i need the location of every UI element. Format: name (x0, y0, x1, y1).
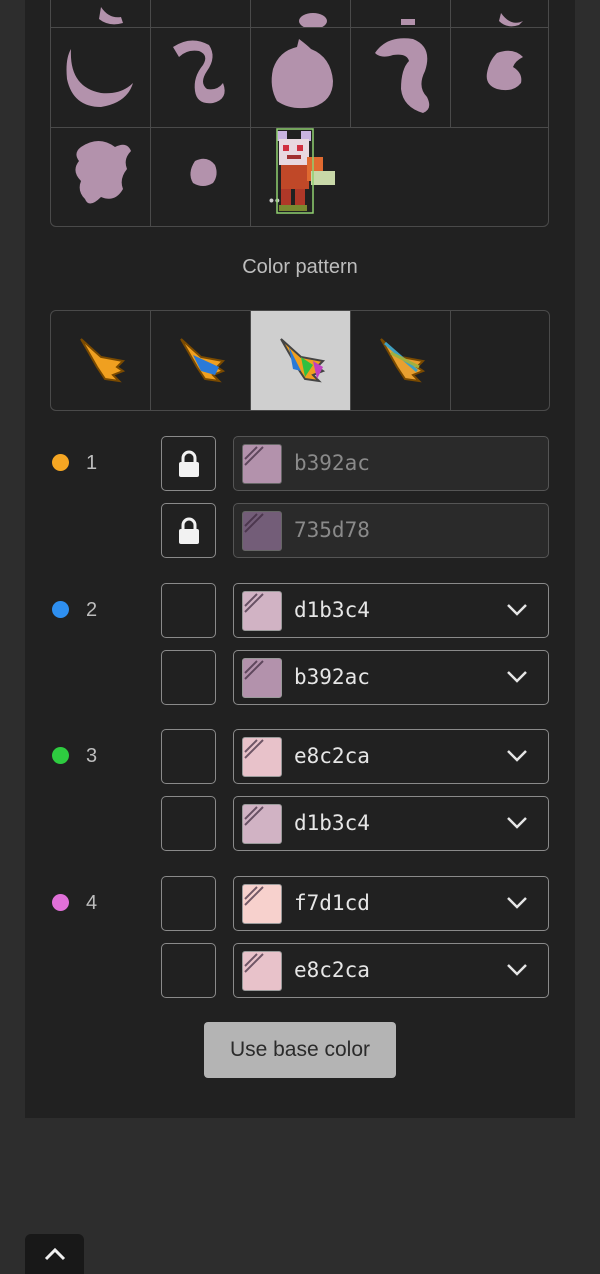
sprite-option[interactable] (51, 127, 151, 227)
sprite-option[interactable] (51, 0, 151, 27)
scroll-to-top-button[interactable] (25, 1234, 84, 1274)
color-select[interactable]: f7d1cd (233, 876, 549, 931)
color-select[interactable]: d1b3c4 (233, 796, 549, 851)
pattern-option-4[interactable] (351, 311, 451, 410)
pattern-option-5[interactable] (451, 311, 549, 410)
character-preview (251, 127, 351, 227)
lock-toggle[interactable] (161, 436, 216, 491)
sprite-grid: ••• (50, 0, 549, 227)
color-swatch (242, 511, 282, 551)
color-swatch (242, 591, 282, 631)
pattern-option-3[interactable] (251, 311, 351, 410)
group-number: 2 (86, 599, 98, 621)
color-pattern-title: Color pattern (242, 256, 358, 278)
color-swatch (242, 804, 282, 844)
lock-toggle[interactable] (161, 583, 216, 638)
color-hex-value: d1b3c4 (294, 598, 370, 622)
group-color-dot (52, 894, 69, 911)
lock-toggle[interactable] (161, 876, 216, 931)
sprite-option[interactable] (451, 0, 551, 27)
chevron-down-icon (506, 603, 528, 622)
pattern-option-2[interactable] (151, 311, 251, 410)
sprite-option[interactable] (451, 27, 551, 127)
group-color-dot (52, 601, 69, 618)
sprite-option[interactable] (251, 27, 351, 127)
lock-toggle[interactable] (161, 650, 216, 705)
group-number: 4 (86, 892, 98, 914)
group-color-dot (52, 747, 69, 764)
chevron-down-icon (506, 670, 528, 689)
lock-toggle[interactable] (161, 943, 216, 998)
lock-icon (178, 517, 199, 544)
chevron-up-icon (44, 1247, 65, 1261)
color-select[interactable]: b392ac (233, 436, 549, 491)
color-select[interactable]: d1b3c4 (233, 583, 549, 638)
lock-icon (178, 450, 199, 477)
color-swatch (242, 737, 282, 777)
lock-toggle[interactable] (161, 503, 216, 558)
chevron-down-icon (506, 963, 528, 982)
pattern-option-1[interactable] (51, 311, 151, 410)
sprite-option[interactable] (51, 27, 151, 127)
chevron-down-icon (506, 896, 528, 915)
color-hex-value: d1b3c4 (294, 811, 370, 835)
lock-toggle[interactable] (161, 729, 216, 784)
sprite-option[interactable] (351, 27, 451, 127)
color-swatch (242, 884, 282, 924)
sprite-option[interactable] (151, 127, 251, 227)
lock-toggle[interactable] (161, 796, 216, 851)
color-select[interactable]: 735d78 (233, 503, 549, 558)
color-select[interactable]: e8c2ca (233, 729, 549, 784)
sprite-option[interactable] (251, 0, 351, 29)
chevron-down-icon (506, 816, 528, 835)
sprite-option[interactable] (151, 27, 251, 127)
sprite-option[interactable] (351, 0, 451, 27)
color-pattern-selector (50, 310, 550, 411)
color-hex-value: f7d1cd (294, 891, 370, 915)
color-hex-value: 735d78 (294, 518, 370, 542)
chevron-down-icon (506, 749, 528, 768)
color-swatch (242, 444, 282, 484)
group-number: 1 (86, 452, 98, 474)
color-swatch (242, 951, 282, 991)
color-select[interactable]: b392ac (233, 650, 549, 705)
group-color-dot (52, 454, 69, 471)
color-hex-value: e8c2ca (294, 744, 370, 768)
color-swatch (242, 658, 282, 698)
group-number: 3 (86, 745, 98, 767)
color-hex-value: b392ac (294, 451, 370, 475)
color-hex-value: e8c2ca (294, 958, 370, 982)
use-base-color-button[interactable]: Use base color (204, 1022, 396, 1078)
color-hex-value: b392ac (294, 665, 370, 689)
color-select[interactable]: e8c2ca (233, 943, 549, 998)
